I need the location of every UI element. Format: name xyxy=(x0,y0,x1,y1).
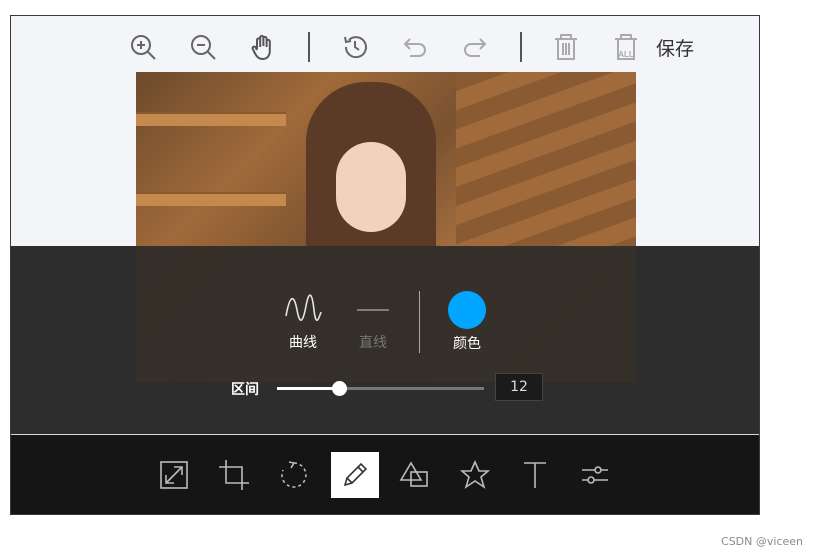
curve-label: 曲线 xyxy=(289,335,317,351)
icon-star-icon[interactable] xyxy=(451,452,499,498)
shape-icon[interactable] xyxy=(391,452,439,498)
curve-icon xyxy=(285,294,322,321)
save-button[interactable]: 保存 xyxy=(656,34,694,61)
toolbar-divider xyxy=(520,32,522,62)
delete-icon[interactable] xyxy=(551,32,581,62)
redo-icon[interactable] xyxy=(460,32,490,62)
hand-icon[interactable] xyxy=(248,32,278,62)
range-slider[interactable] xyxy=(277,381,484,396)
photo-ceiling xyxy=(456,72,636,272)
top-toolbar: ALL 保存 xyxy=(11,16,759,74)
photo-face xyxy=(336,142,406,232)
range-value-input[interactable]: 12 xyxy=(495,373,543,401)
line-label: 直线 xyxy=(359,335,387,351)
delete-all-icon[interactable]: ALL xyxy=(611,32,641,62)
color-swatch[interactable] xyxy=(448,291,486,329)
photo-shelf xyxy=(136,112,286,126)
undo-icon[interactable] xyxy=(400,32,430,62)
range-slider-thumb[interactable] xyxy=(332,381,348,396)
photo-shelf xyxy=(136,192,286,206)
history-icon[interactable] xyxy=(340,32,370,62)
range-label: 区间 xyxy=(231,382,259,398)
draw-icon[interactable] xyxy=(331,452,379,498)
line-icon xyxy=(357,309,389,311)
draw-settings-panel: 曲线 直线 颜色 区间 12 xyxy=(11,246,759,434)
delete-all-caption: ALL xyxy=(618,50,634,59)
line-tool[interactable]: 直线 xyxy=(353,294,393,352)
toolbar-divider xyxy=(308,32,310,62)
text-icon[interactable] xyxy=(511,452,559,498)
bottom-toolbar xyxy=(11,434,759,514)
zoom-out-icon[interactable] xyxy=(188,32,218,62)
curve-tool[interactable]: 曲线 xyxy=(281,294,325,352)
range-slider-fill xyxy=(277,387,340,390)
color-label: 颜色 xyxy=(453,336,481,352)
color-picker[interactable]: 颜色 xyxy=(443,291,491,353)
watermark: CSDN @viceen xyxy=(721,535,803,548)
zoom-in-icon[interactable] xyxy=(128,32,158,62)
image-editor: ALL 保存 曲线 直线 颜色 区间 12 xyxy=(10,15,760,515)
filter-icon[interactable] xyxy=(571,452,619,498)
panel-divider xyxy=(419,291,420,353)
resize-icon[interactable] xyxy=(150,452,198,498)
rotate-icon[interactable] xyxy=(270,452,318,498)
crop-icon[interactable] xyxy=(210,452,258,498)
